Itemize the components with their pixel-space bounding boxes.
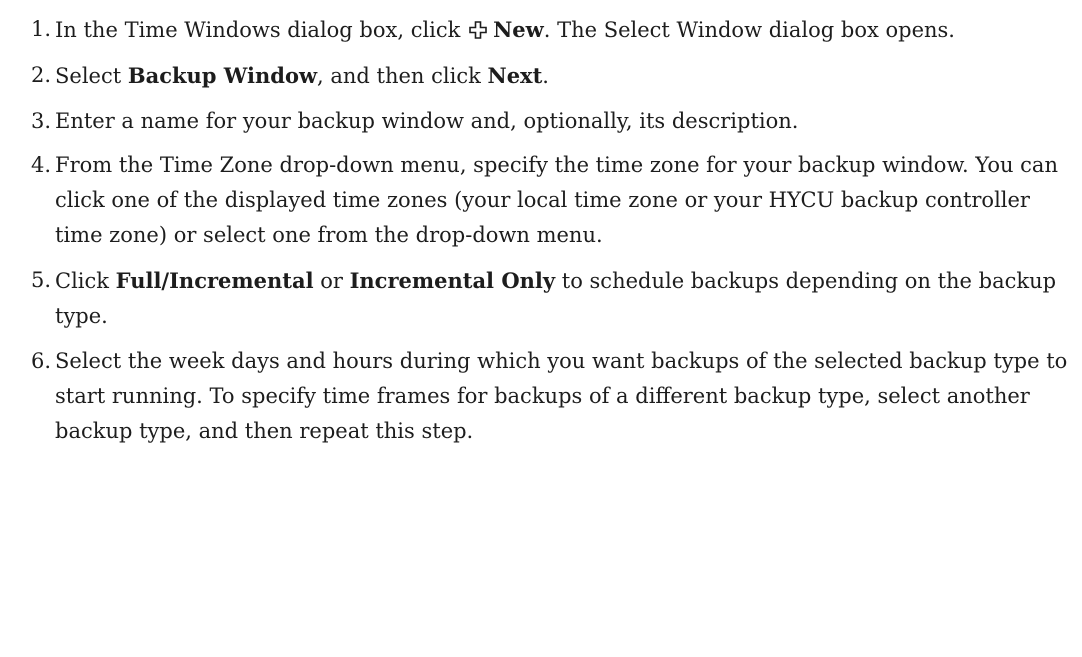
incremental-only-ui-term: Incremental Only <box>349 268 556 293</box>
list-item-step-5: 5. Click Full/Incremental or Incremental… <box>31 263 1072 334</box>
step-number: 1. <box>30 17 51 41</box>
step-number: 6. <box>30 349 51 373</box>
step-number: 5. <box>30 268 51 292</box>
step-text: From the Time Zone drop-down menu, speci… <box>55 153 1058 247</box>
new-ui-term: New <box>493 17 544 42</box>
full-incremental-ui-term: Full/Incremental <box>115 268 314 293</box>
step-text: Enter a name for your backup window and,… <box>55 109 799 133</box>
plus-icon <box>469 21 487 39</box>
backup-window-ui-term: Backup Window <box>127 63 318 88</box>
list-item-step-1: 1. In the Time Windows dialog box, click… <box>31 12 1072 48</box>
step-text: . The Select Window dialog box opens. <box>543 18 955 42</box>
step-text: . <box>542 64 549 88</box>
steps-list: 1. In the Time Windows dialog box, click… <box>31 12 1072 449</box>
step-text: Click <box>55 269 116 293</box>
next-ui-term: Next <box>487 63 543 88</box>
list-item-step-4: 4. From the Time Zone drop-down menu, sp… <box>31 148 1072 253</box>
step-text: or <box>313 269 350 293</box>
list-item-step-6: 6. Select the week days and hours during… <box>31 344 1072 449</box>
list-item-step-2: 2. Select Backup Window, and then click … <box>31 58 1072 94</box>
step-text: , and then click <box>317 64 488 88</box>
step-number: 3. <box>30 109 51 133</box>
step-number: 2. <box>30 63 51 87</box>
procedure-page: 1. In the Time Windows dialog box, click… <box>0 0 1082 657</box>
step-text: Select <box>55 64 128 88</box>
step-number: 4. <box>30 153 51 177</box>
step-text: Select the week days and hours during wh… <box>55 349 1068 443</box>
list-item-step-3: 3. Enter a name for your backup window a… <box>31 104 1072 139</box>
step-text: In the Time Windows dialog box, click <box>55 18 461 42</box>
